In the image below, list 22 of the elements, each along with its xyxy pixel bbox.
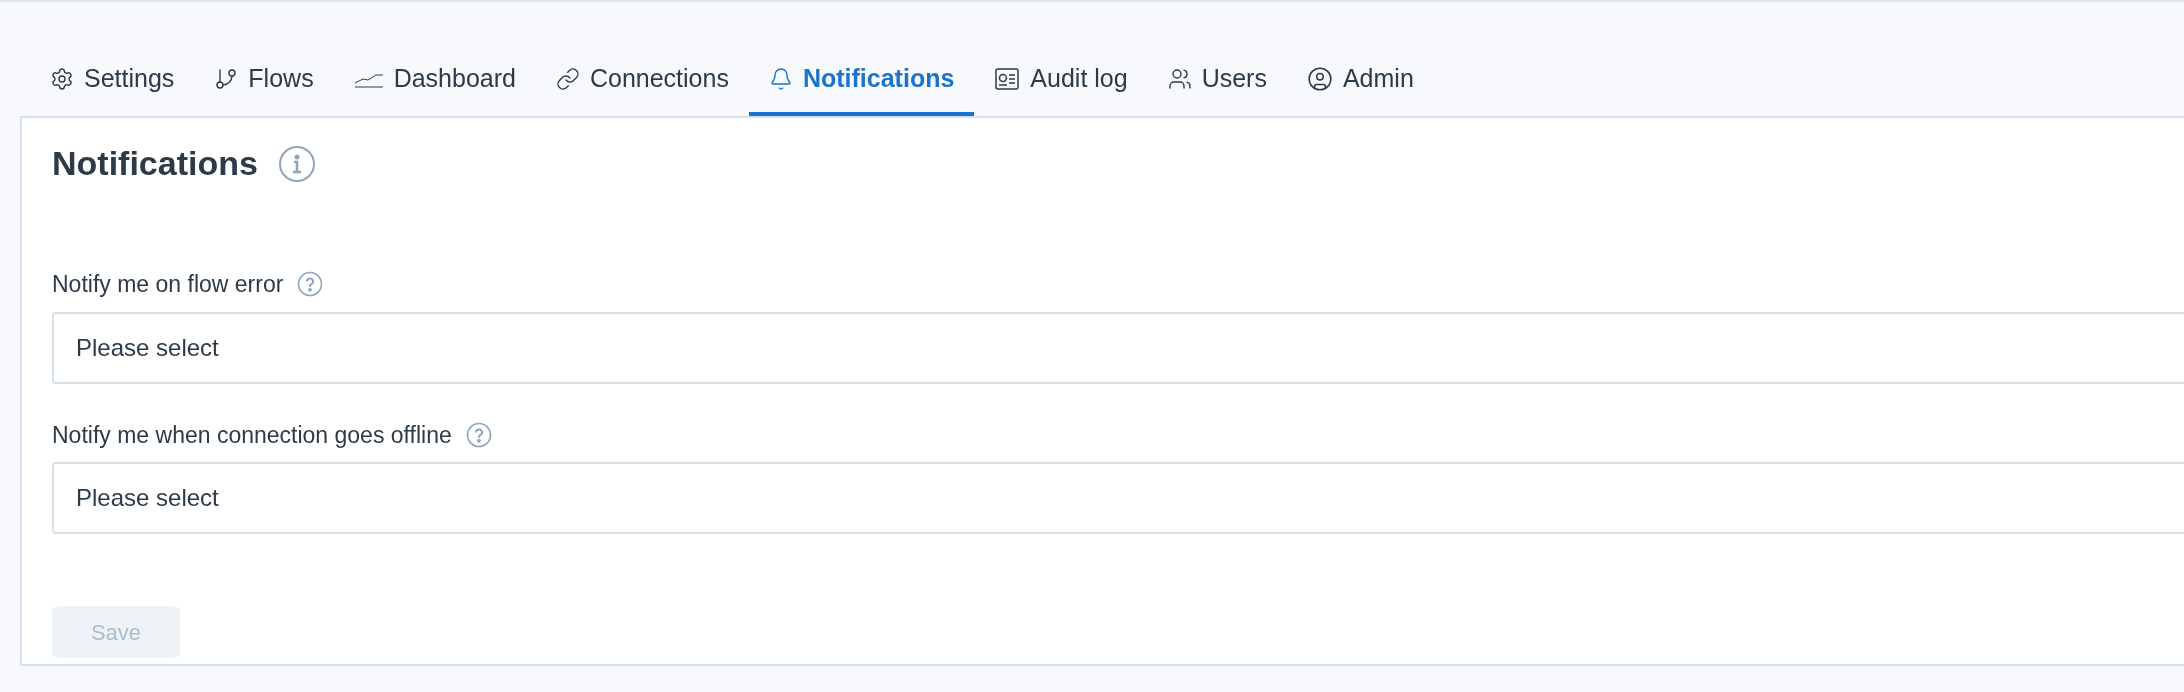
help-icon[interactable]	[297, 271, 324, 298]
tab[interactable]: Dashboard	[333, 46, 536, 116]
page-title: Notifications	[52, 143, 258, 184]
tab[interactable]: Audit log	[974, 46, 1148, 116]
tab[interactable]: Users	[1147, 46, 1287, 116]
bell-icon	[768, 67, 793, 91]
help-icon[interactable]	[465, 421, 492, 448]
id-card-icon	[994, 66, 1021, 92]
tab[interactable]: Flows	[194, 46, 334, 116]
tab[interactable]: Admin	[1286, 46, 1434, 116]
select-field[interactable]: Please select	[52, 462, 2184, 534]
link-icon	[555, 67, 580, 91]
settings-icon	[50, 67, 74, 91]
user-circle-icon	[1306, 66, 1333, 92]
tab[interactable]: Settings	[30, 46, 195, 116]
select-field[interactable]: Please select	[52, 311, 2184, 384]
users-icon	[1167, 67, 1192, 91]
info-icon[interactable]	[277, 144, 316, 183]
tab[interactable]: Connections	[535, 46, 749, 116]
branch-icon	[214, 67, 239, 91]
field-label: Notify me when connection goes offline	[52, 420, 452, 450]
field-label: Notify me on flow error	[52, 270, 284, 299]
